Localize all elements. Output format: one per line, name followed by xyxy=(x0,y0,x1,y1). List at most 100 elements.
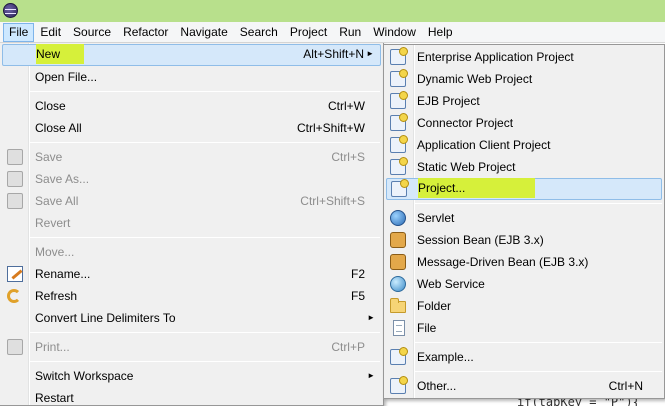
file-menu-move[interactable]: Move... xyxy=(2,241,381,263)
file-menu-close-all[interactable]: Close All Ctrl+Shift+W xyxy=(2,117,381,139)
file-menu-save[interactable]: Save Ctrl+S xyxy=(2,146,381,168)
menu-item-label: Enterprise Application Project xyxy=(417,50,574,64)
new-file[interactable]: File xyxy=(386,317,662,339)
new-servlet[interactable]: Servlet xyxy=(386,207,662,229)
menu-help[interactable]: Help xyxy=(422,23,459,42)
refresh-icon xyxy=(7,289,21,303)
file-menu-rename[interactable]: Rename... F2 xyxy=(2,263,381,285)
new-dynamic-web-project[interactable]: Dynamic Web Project xyxy=(386,68,662,90)
menu-item-label: Servlet xyxy=(417,211,455,225)
app-client-project-icon xyxy=(390,135,408,153)
menu-item-label: New xyxy=(36,44,85,64)
menu-item-label: Restart xyxy=(35,391,74,405)
file-menu-close[interactable]: Close Ctrl+W xyxy=(2,95,381,117)
menu-run[interactable]: Run xyxy=(333,23,367,42)
menu-refactor[interactable]: Refactor xyxy=(117,23,174,42)
menu-item-label: Revert xyxy=(35,216,71,230)
submenu-arrow-icon: ► xyxy=(367,371,375,380)
static-web-project-icon xyxy=(390,157,408,175)
menu-item-shortcut: Ctrl+N xyxy=(608,379,643,393)
file-menu-save-all[interactable]: Save All Ctrl+Shift+S xyxy=(2,190,381,212)
submenu-arrow-icon: ► xyxy=(366,49,374,58)
new-connector-project[interactable]: Connector Project xyxy=(386,112,662,134)
example-icon xyxy=(390,347,408,365)
menu-search[interactable]: Search xyxy=(234,23,284,42)
servlet-icon xyxy=(390,210,406,226)
menu-item-label: Save As... xyxy=(35,172,90,186)
file-menu-restart[interactable]: Restart xyxy=(2,387,381,406)
menu-item-shortcut: F5 xyxy=(350,289,365,303)
file-icon xyxy=(393,320,405,336)
file-menu-convert-line-delimiters[interactable]: Convert Line Delimiters To ► xyxy=(2,307,381,329)
file-menu-new[interactable]: New Alt+Shift+N ► xyxy=(2,44,381,66)
new-folder[interactable]: Folder xyxy=(386,295,662,317)
menu-item-shortcut: Ctrl+Shift+W xyxy=(296,121,365,135)
new-enterprise-application-project[interactable]: Enterprise Application Project xyxy=(386,46,662,68)
menu-separator xyxy=(415,371,662,372)
session-bean-icon xyxy=(390,232,406,248)
menu-project[interactable]: Project xyxy=(284,23,333,42)
new-static-web-project[interactable]: Static Web Project xyxy=(386,156,662,178)
menu-separator xyxy=(30,142,380,143)
menu-item-label: Web Service xyxy=(417,277,485,291)
menu-item-label: Folder xyxy=(417,299,452,313)
new-other[interactable]: Other... Ctrl+N xyxy=(386,375,662,397)
window-titlebar xyxy=(0,0,665,22)
menu-item-label: Open File... xyxy=(35,70,98,84)
file-menu-refresh[interactable]: Refresh F5 xyxy=(2,285,381,307)
menu-item-shortcut: Ctrl+Shift+S xyxy=(300,194,365,208)
menu-item-label: Move... xyxy=(35,245,75,259)
dynamic-web-project-icon xyxy=(390,69,408,87)
menu-item-label: File xyxy=(417,321,437,335)
menu-item-label: Session Bean (EJB 3.x) xyxy=(417,233,544,247)
menu-item-label: EJB Project xyxy=(417,94,480,108)
file-menu-dropdown: New Alt+Shift+N ► Open File... Close Ctr… xyxy=(0,43,384,406)
ejb-project-icon xyxy=(390,91,408,109)
save-all-icon xyxy=(7,193,23,209)
menu-item-label: Close xyxy=(35,99,66,113)
new-project[interactable]: Project... xyxy=(386,178,662,200)
menu-separator xyxy=(30,361,380,362)
menu-item-label: Refresh xyxy=(35,289,78,303)
menu-item-label: Connector Project xyxy=(417,116,514,130)
project-icon xyxy=(391,179,409,197)
menu-separator xyxy=(30,237,380,238)
save-as-icon xyxy=(7,171,23,187)
print-icon xyxy=(7,339,23,355)
new-example[interactable]: Example... xyxy=(386,346,662,368)
eclipse-app-icon[interactable] xyxy=(3,3,18,18)
menu-item-label: Close All xyxy=(35,121,82,135)
rename-icon xyxy=(7,266,23,282)
file-menu-open-file[interactable]: Open File... xyxy=(2,66,381,88)
message-bean-icon xyxy=(390,254,406,270)
menu-edit[interactable]: Edit xyxy=(34,23,67,42)
file-menu-revert[interactable]: Revert xyxy=(2,212,381,234)
new-application-client-project[interactable]: Application Client Project xyxy=(386,134,662,156)
menu-item-label: Project... xyxy=(418,178,536,198)
menu-window[interactable]: Window xyxy=(367,23,422,42)
menu-item-label: Other... xyxy=(417,379,457,393)
menu-item-label: Switch Workspace xyxy=(35,369,134,383)
file-menu-save-as[interactable]: Save As... xyxy=(2,168,381,190)
web-service-icon xyxy=(390,276,406,292)
menu-item-shortcut: F2 xyxy=(350,267,365,281)
menu-source[interactable]: Source xyxy=(67,23,117,42)
new-message-driven-bean[interactable]: Message-Driven Bean (EJB 3.x) xyxy=(386,251,662,273)
menu-separator xyxy=(415,203,662,204)
folder-icon xyxy=(390,298,406,313)
new-ejb-project[interactable]: EJB Project xyxy=(386,90,662,112)
menu-separator xyxy=(30,332,380,333)
file-menu-switch-workspace[interactable]: Switch Workspace ► xyxy=(2,365,381,387)
menu-item-shortcut: Ctrl+S xyxy=(331,150,365,164)
menu-file[interactable]: File xyxy=(3,22,35,42)
new-web-service[interactable]: Web Service xyxy=(386,273,662,295)
enterprise-project-icon xyxy=(390,47,408,65)
menu-item-label: Static Web Project xyxy=(417,160,516,174)
menu-item-shortcut: Alt+Shift+N xyxy=(303,47,364,61)
new-submenu: Enterprise Application Project Dynamic W… xyxy=(383,44,665,399)
menu-navigate[interactable]: Navigate xyxy=(174,23,233,42)
menu-item-label: Convert Line Delimiters To xyxy=(35,311,176,325)
menu-item-shortcut: Ctrl+W xyxy=(328,99,365,113)
new-session-bean[interactable]: Session Bean (EJB 3.x) xyxy=(386,229,662,251)
file-menu-print[interactable]: Print... Ctrl+P xyxy=(2,336,381,358)
